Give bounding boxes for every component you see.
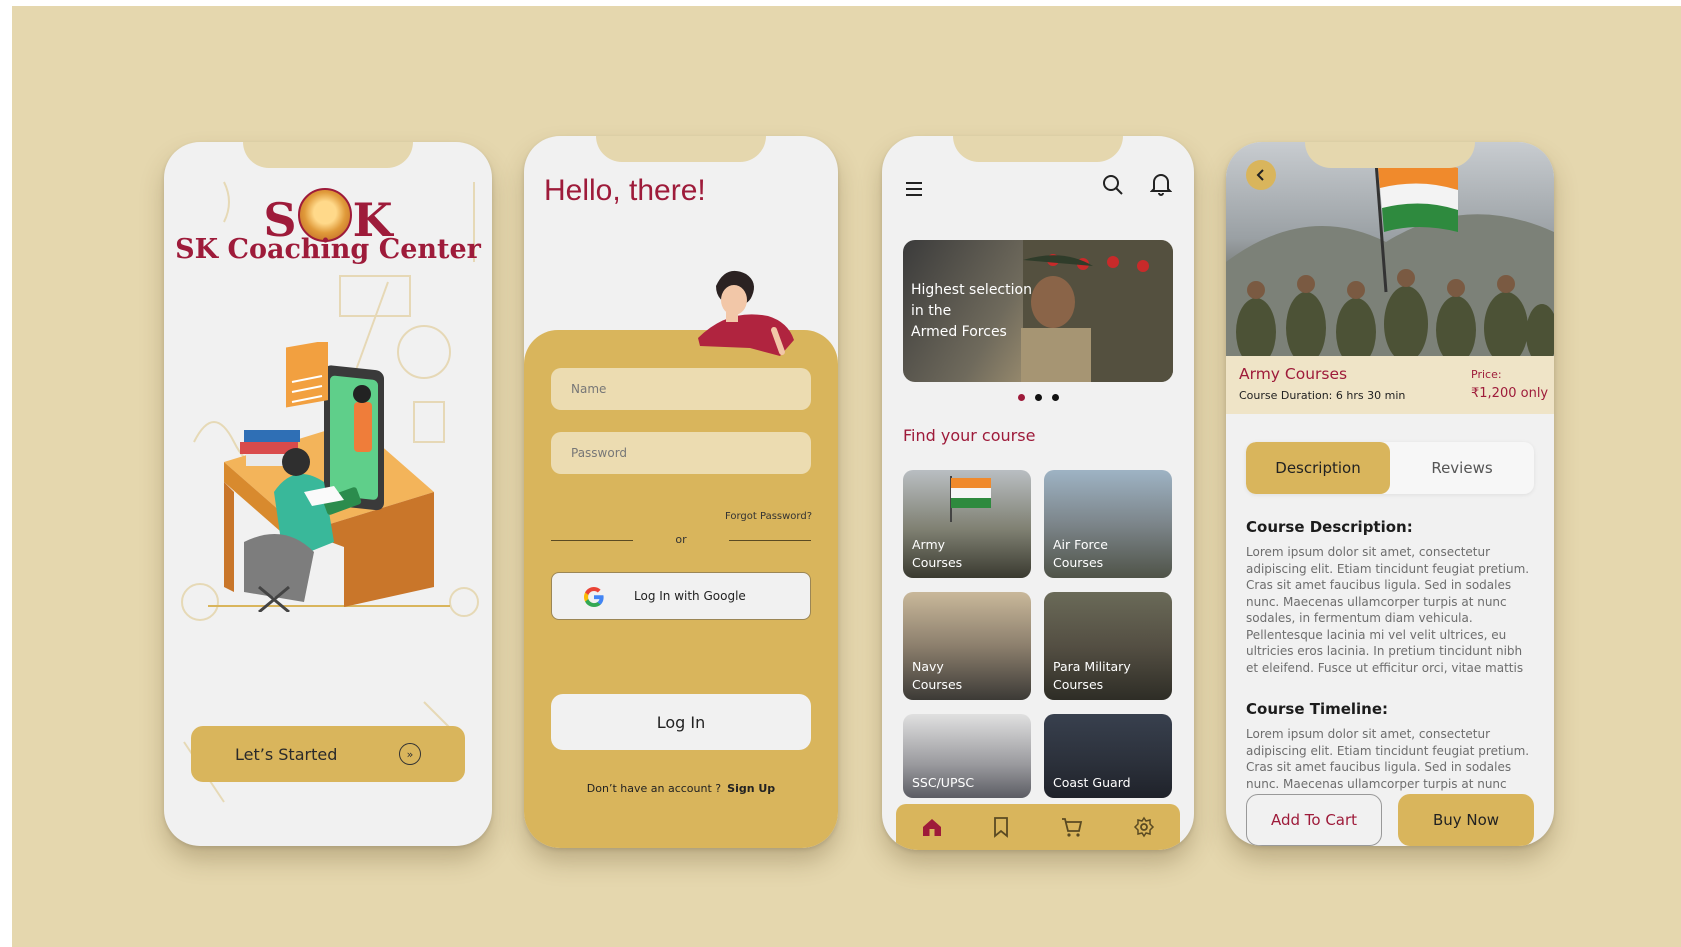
leaning-person-illustration bbox=[698, 270, 794, 356]
add-to-cart-button[interactable]: Add To Cart bbox=[1246, 794, 1382, 846]
course-tile-ssc-upsc[interactable]: SSC/UPSC bbox=[903, 714, 1031, 798]
course-tile-label: Coast Guard bbox=[1053, 774, 1131, 792]
gear-icon[interactable] bbox=[1133, 816, 1155, 838]
phone-notch bbox=[596, 136, 766, 162]
duration-label: Course Duration: bbox=[1239, 389, 1333, 402]
bottom-nav bbox=[896, 804, 1180, 850]
course-duration: Course Duration: 6 hrs 30 min bbox=[1239, 389, 1405, 402]
showcase-background: SK SK Coaching Center Let’s Started » He… bbox=[12, 6, 1681, 947]
banner-line: in the bbox=[911, 303, 952, 319]
duration-value: 6 hrs 30 min bbox=[1335, 389, 1406, 402]
splash-screen: SK SK Coaching Center Let’s Started » bbox=[164, 142, 492, 846]
brand-name: SK Coaching Center bbox=[175, 234, 481, 265]
course-name: Army bbox=[912, 537, 946, 552]
google-icon bbox=[584, 587, 604, 607]
course-tile-air-force[interactable]: Air Force Courses bbox=[1044, 470, 1172, 578]
phone-notch bbox=[243, 142, 413, 168]
password-input[interactable]: Password bbox=[551, 432, 811, 474]
course-name: Air Force bbox=[1053, 537, 1108, 552]
divider-line bbox=[551, 540, 633, 541]
carousel-dots bbox=[882, 386, 1194, 405]
carousel-dot-active[interactable] bbox=[1017, 394, 1025, 401]
banner-text: Highest selection in the Armed Forces bbox=[911, 280, 1032, 343]
course-detail-screen: Army Courses Course Duration: 6 hrs 30 m… bbox=[1226, 142, 1554, 846]
banner-line: Armed Forces bbox=[911, 324, 1007, 340]
course-info-bar: Army Courses Course Duration: 6 hrs 30 m… bbox=[1226, 356, 1554, 414]
google-login-label: Log In with Google bbox=[634, 589, 746, 603]
find-course-title: Find your course bbox=[903, 426, 1036, 445]
chevron-left-icon bbox=[1256, 169, 1264, 181]
bell-icon[interactable] bbox=[1150, 172, 1172, 196]
flag-graphic bbox=[950, 476, 991, 522]
course-name-suffix: Courses bbox=[912, 677, 963, 692]
tab-reviews[interactable]: Reviews bbox=[1390, 442, 1534, 494]
course-tile-navy[interactable]: Navy Courses bbox=[903, 592, 1031, 700]
course-name: Coast Guard bbox=[1053, 775, 1131, 790]
home-icon[interactable] bbox=[921, 816, 943, 838]
home-screen: Highest selection in the Armed Forces Fi… bbox=[882, 136, 1194, 850]
course-name: Para Military bbox=[1053, 659, 1131, 674]
course-tile-coast-guard[interactable]: Coast Guard bbox=[1044, 714, 1172, 798]
detail-tabs: Description Reviews bbox=[1246, 442, 1534, 494]
course-tile-label: Para Military Courses bbox=[1053, 658, 1131, 694]
course-tile-label: Army Courses bbox=[912, 536, 962, 572]
student-study-illustration bbox=[208, 342, 450, 612]
login-button[interactable]: Log In bbox=[551, 694, 811, 750]
divider-line bbox=[729, 540, 811, 541]
promo-banner[interactable]: Highest selection in the Armed Forces bbox=[903, 240, 1173, 382]
signup-link[interactable]: Sign Up bbox=[727, 782, 775, 795]
course-name: Navy bbox=[912, 659, 944, 674]
greeting-title: Hello, there! bbox=[544, 174, 706, 207]
course-tile-label: Air Force Courses bbox=[1053, 536, 1108, 572]
phone-notch bbox=[953, 136, 1123, 162]
tab-description[interactable]: Description bbox=[1246, 442, 1390, 494]
or-divider: or bbox=[551, 533, 811, 547]
course-tile-para-military[interactable]: Para Military Courses bbox=[1044, 592, 1172, 700]
lets-started-label: Let’s Started bbox=[235, 744, 338, 764]
course-timeline-title: Course Timeline: bbox=[1246, 700, 1389, 718]
course-name: SSC/UPSC bbox=[912, 775, 975, 790]
search-icon[interactable] bbox=[1102, 174, 1124, 196]
name-input[interactable]: Name bbox=[551, 368, 811, 410]
hamburger-icon[interactable] bbox=[904, 180, 924, 198]
carousel-dot[interactable] bbox=[1034, 394, 1042, 401]
lets-started-button[interactable]: Let’s Started » bbox=[191, 726, 465, 782]
phone-notch bbox=[1305, 142, 1475, 168]
double-chevron-right-icon: » bbox=[399, 743, 421, 765]
back-button[interactable] bbox=[1246, 160, 1276, 190]
signup-prompt: Don’t have an account ? Sign Up bbox=[524, 782, 838, 795]
price-value: ₹1,200 only bbox=[1471, 386, 1549, 401]
course-name-suffix: Courses bbox=[1053, 555, 1104, 570]
course-tile-army[interactable]: Army Courses bbox=[903, 470, 1031, 578]
banner-line: Highest selection bbox=[911, 282, 1032, 298]
course-name-suffix: Courses bbox=[1053, 677, 1104, 692]
no-account-text: Don’t have an account ? bbox=[586, 782, 722, 795]
course-title: Army Courses bbox=[1239, 365, 1348, 383]
course-description-title: Course Description: bbox=[1246, 518, 1413, 536]
or-label: or bbox=[675, 533, 687, 546]
course-name-suffix: Courses bbox=[912, 555, 963, 570]
login-screen: Hello, there! Name Password Forgot Passw… bbox=[524, 136, 838, 848]
course-timeline-text: Lorem ipsum dolor sit amet, consectetur … bbox=[1246, 727, 1530, 791]
course-tile-label: Navy Courses bbox=[912, 658, 962, 694]
carousel-dot[interactable] bbox=[1051, 394, 1059, 401]
forgot-password-link[interactable]: Forgot Password? bbox=[725, 511, 812, 522]
price-label: Price: bbox=[1471, 368, 1502, 381]
buy-now-button[interactable]: Buy Now bbox=[1398, 794, 1534, 846]
course-tile-label: SSC/UPSC bbox=[912, 774, 974, 792]
google-login-button[interactable]: Log In with Google bbox=[551, 572, 811, 620]
cart-icon[interactable] bbox=[1060, 816, 1084, 838]
bookmark-icon[interactable] bbox=[992, 816, 1010, 838]
course-description-text: Lorem ipsum dolor sit amet, consectetur … bbox=[1246, 545, 1530, 675]
